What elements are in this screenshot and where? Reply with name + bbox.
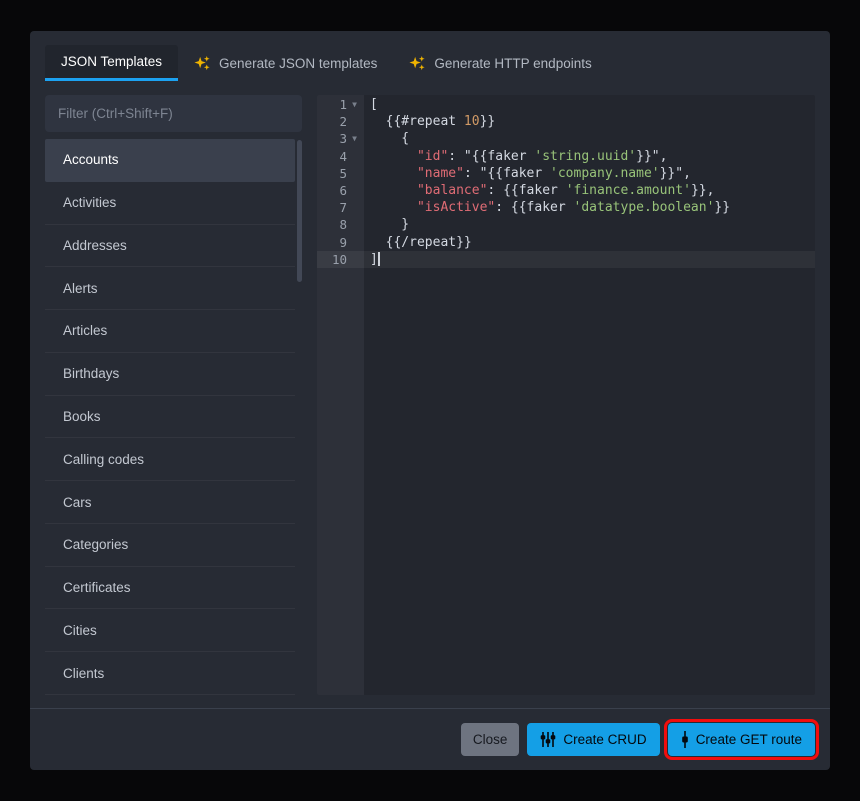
json-templates-dialog: JSON Templates Generate JSON templates Gen… bbox=[30, 31, 830, 770]
fold-arrow-icon[interactable]: ▼ bbox=[347, 130, 362, 147]
dialog-body: Accounts Activities Addresses Alerts Article… bbox=[30, 81, 830, 695]
template-item-cars[interactable]: Cars bbox=[45, 481, 295, 524]
template-item-addresses[interactable]: Addresses bbox=[45, 225, 295, 268]
code-line[interactable]: 1▼[ bbox=[317, 96, 815, 113]
create-crud-button[interactable]: Create CRUD bbox=[527, 723, 659, 756]
line-number: 2 bbox=[317, 113, 347, 130]
template-item-activities[interactable]: Activities bbox=[45, 182, 295, 225]
gutter-cell: 3▼ bbox=[317, 130, 364, 147]
template-item-certificates[interactable]: Certificates bbox=[45, 567, 295, 610]
template-item-label: Cars bbox=[63, 495, 92, 510]
template-item-accounts[interactable]: Accounts bbox=[45, 139, 295, 182]
template-item-articles[interactable]: Articles bbox=[45, 310, 295, 353]
sparkles-icon bbox=[194, 55, 211, 72]
code-line[interactable]: 8 } bbox=[317, 216, 815, 233]
filter-input[interactable] bbox=[45, 95, 302, 132]
fold-arrow-icon[interactable]: ▼ bbox=[347, 96, 362, 113]
line-number: 3 bbox=[317, 130, 347, 147]
tab-bar: JSON Templates Generate JSON templates Gen… bbox=[30, 31, 830, 81]
template-item-clients[interactable]: Clients bbox=[45, 652, 295, 695]
code-line[interactable]: 9 {{/repeat}} bbox=[317, 234, 815, 251]
template-item-label: Categories bbox=[63, 537, 128, 552]
gutter-cell: 4 bbox=[317, 148, 364, 165]
template-item-calling-codes[interactable]: Calling codes bbox=[45, 438, 295, 481]
template-item-label: Birthdays bbox=[63, 366, 119, 381]
code-text: {{/repeat}} bbox=[364, 234, 815, 251]
create-crud-label: Create CRUD bbox=[563, 732, 646, 747]
code-line[interactable]: 4 "id": "{{faker 'string.uuid'}}", bbox=[317, 148, 815, 165]
tab-generate-json-templates[interactable]: Generate JSON templates bbox=[178, 45, 393, 81]
tab-generate-http-endpoints[interactable]: Generate HTTP endpoints bbox=[393, 45, 607, 81]
template-list-rows: Accounts Activities Addresses Alerts Article… bbox=[45, 139, 295, 695]
code-text: "isActive": {{faker 'datatype.boolean'}} bbox=[364, 199, 815, 216]
line-number: 8 bbox=[317, 216, 347, 233]
tab-label: Generate HTTP endpoints bbox=[434, 56, 591, 71]
code-line[interactable]: 6 "balance": {{faker 'finance.amount'}}, bbox=[317, 182, 815, 199]
template-item-label: Accounts bbox=[63, 152, 119, 167]
template-item-label: Calling codes bbox=[63, 452, 144, 467]
gutter-cell: 7 bbox=[317, 199, 364, 216]
code-text: "name": "{{faker 'company.name'}}", bbox=[364, 165, 815, 182]
gutter-cell: 1▼ bbox=[317, 96, 364, 113]
line-number: 6 bbox=[317, 182, 347, 199]
gutter-cell: 9 bbox=[317, 234, 364, 251]
code-text: "balance": {{faker 'finance.amount'}}, bbox=[364, 182, 815, 199]
gutter-cell: 2 bbox=[317, 113, 364, 130]
line-number: 10 bbox=[317, 251, 347, 268]
tab-label: JSON Templates bbox=[61, 54, 162, 69]
line-number: 7 bbox=[317, 199, 347, 216]
create-get-route-label: Create GET route bbox=[696, 732, 802, 747]
tab-label: Generate JSON templates bbox=[219, 56, 377, 71]
list-scrollbar-thumb[interactable] bbox=[297, 140, 302, 282]
template-item-label: Cities bbox=[63, 623, 97, 638]
code-line[interactable]: 7 "isActive": {{faker 'datatype.boolean'… bbox=[317, 199, 815, 216]
code-text: [ bbox=[364, 96, 815, 113]
template-item-books[interactable]: Books bbox=[45, 396, 295, 439]
template-item-alerts[interactable]: Alerts bbox=[45, 267, 295, 310]
code-text: ] bbox=[364, 251, 815, 268]
code-line[interactable]: 3▼ { bbox=[317, 130, 815, 147]
template-item-label: Addresses bbox=[63, 238, 127, 253]
editor-lines: 1▼[2 {{#repeat 10}}3▼ {4 "id": "{{faker … bbox=[317, 95, 815, 268]
code-line[interactable]: 2 {{#repeat 10}} bbox=[317, 113, 815, 130]
dialog-footer: Close Create CRUD bbox=[30, 708, 830, 770]
code-text: { bbox=[364, 130, 815, 147]
gutter-cell: 10 bbox=[317, 251, 364, 268]
template-item-label: Alerts bbox=[63, 281, 98, 296]
template-item-categories[interactable]: Categories bbox=[45, 524, 295, 567]
line-number: 9 bbox=[317, 234, 347, 251]
endpoint-icon bbox=[681, 731, 689, 748]
template-item-cities[interactable]: Cities bbox=[45, 609, 295, 652]
line-number: 4 bbox=[317, 148, 347, 165]
template-item-label: Certificates bbox=[63, 580, 131, 595]
line-number: 5 bbox=[317, 165, 347, 182]
template-sidebar: Accounts Activities Addresses Alerts Article… bbox=[45, 95, 302, 695]
code-text: {{#repeat 10}} bbox=[364, 113, 815, 130]
text-cursor bbox=[378, 252, 380, 266]
code-text: "id": "{{faker 'string.uuid'}}", bbox=[364, 148, 815, 165]
gutter-cell: 8 bbox=[317, 216, 364, 233]
sparkles-icon bbox=[409, 55, 426, 72]
template-item-label: Activities bbox=[63, 195, 116, 210]
template-item-label: Articles bbox=[63, 323, 107, 338]
template-item-label: Clients bbox=[63, 666, 104, 681]
code-line[interactable]: 5 "name": "{{faker 'company.name'}}", bbox=[317, 165, 815, 182]
gutter-cell: 6 bbox=[317, 182, 364, 199]
template-item-birthdays[interactable]: Birthdays bbox=[45, 353, 295, 396]
line-number: 1 bbox=[317, 96, 347, 113]
code-line[interactable]: 10] bbox=[317, 251, 815, 268]
code-editor[interactable]: 1▼[2 {{#repeat 10}}3▼ {4 "id": "{{faker … bbox=[317, 95, 815, 695]
code-text: } bbox=[364, 216, 815, 233]
template-item-label: Books bbox=[63, 409, 101, 424]
tab-json-templates[interactable]: JSON Templates bbox=[45, 45, 178, 81]
close-button[interactable]: Close bbox=[461, 723, 520, 756]
template-list: Accounts Activities Addresses Alerts Article… bbox=[45, 139, 302, 695]
gutter-cell: 5 bbox=[317, 165, 364, 182]
create-get-route-button[interactable]: Create GET route bbox=[668, 723, 815, 756]
sliders-icon bbox=[540, 732, 556, 747]
